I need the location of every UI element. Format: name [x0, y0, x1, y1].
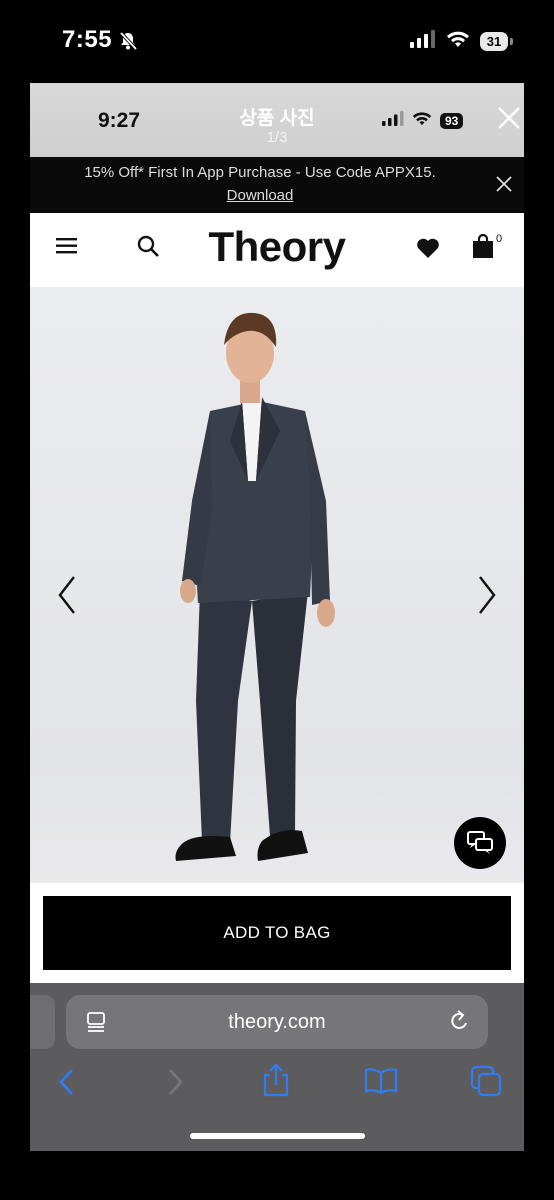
close-icon[interactable] — [495, 175, 513, 193]
share-icon[interactable] — [262, 1063, 290, 1102]
chevron-left-icon[interactable] — [56, 575, 80, 615]
bookmarks-icon[interactable] — [364, 1067, 398, 1100]
model-figure — [175, 312, 335, 861]
add-to-bag-button[interactable]: ADD TO BAG — [43, 896, 511, 970]
safari-toolbar: theory.com — [30, 983, 524, 1151]
chat-icon — [467, 831, 493, 854]
forward-icon[interactable] — [166, 1067, 184, 1102]
bag-icon[interactable] — [472, 233, 494, 264]
url-text[interactable]: theory.com — [66, 1011, 488, 1034]
address-bar[interactable]: theory.com — [66, 995, 488, 1049]
signal-icon — [382, 111, 404, 131]
viewer-counter: 1/3 — [266, 129, 288, 146]
back-icon[interactable] — [58, 1067, 76, 1102]
wifi-icon — [446, 30, 470, 53]
product-image — [30, 287, 524, 883]
screenshot-frame: 9:27 상품 사진 1/3 93 15% Off* First In App … — [30, 83, 524, 1151]
battery-icon: 31 — [480, 32, 513, 51]
promo-text: 15% Off* First In App Purchase - Use Cod… — [84, 164, 436, 181]
previous-tab-peek[interactable] — [30, 995, 55, 1049]
photo-viewer-bar: 9:27 상품 사진 1/3 93 — [30, 83, 524, 157]
bell-slash-icon — [118, 31, 138, 56]
status-icons: 31 — [410, 30, 513, 53]
tabs-icon[interactable] — [470, 1065, 502, 1102]
battery-icon: 93 — [440, 113, 464, 129]
chevron-right-icon[interactable] — [474, 575, 498, 615]
close-icon[interactable] — [496, 105, 522, 131]
cart-count: 0 — [496, 233, 503, 245]
chat-button[interactable] — [454, 817, 506, 869]
home-indicator[interactable] — [190, 1133, 365, 1139]
promo-download-link[interactable]: Download — [30, 187, 490, 204]
site-header: Theory 0 — [30, 213, 524, 287]
theory-logo[interactable]: Theory — [30, 223, 524, 271]
wifi-icon — [412, 111, 432, 131]
reload-icon[interactable] — [448, 1010, 470, 1039]
inner-status-icons: 93 — [382, 111, 464, 131]
signal-icon — [410, 30, 436, 53]
heart-icon[interactable] — [416, 237, 440, 264]
promo-banner: 15% Off* First In App Purchase - Use Cod… — [30, 157, 524, 213]
status-time: 7:55 — [62, 26, 113, 53]
